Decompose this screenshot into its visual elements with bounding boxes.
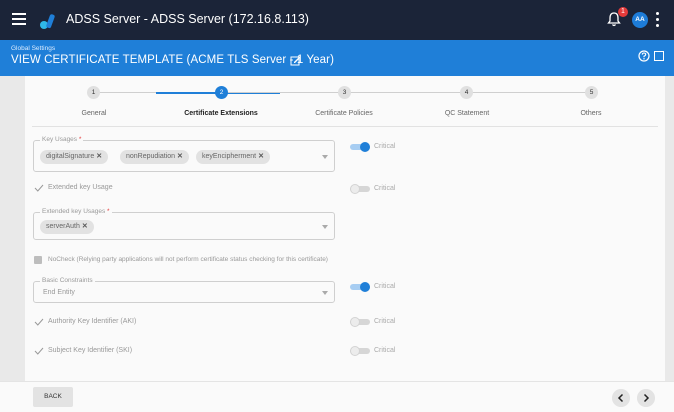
- previous-step-button[interactable]: [612, 389, 630, 407]
- window-toggle-icon[interactable]: [654, 51, 664, 61]
- back-button[interactable]: BACK: [33, 387, 73, 407]
- critical-label: Critical: [374, 347, 396, 354]
- ski-critical-toggle[interactable]: [350, 346, 370, 356]
- page-header: Global Settings VIEW CERTIFICATE TEMPLAT…: [0, 40, 674, 76]
- chip-serverauth[interactable]: serverAuth ✕: [40, 220, 94, 234]
- help-icon[interactable]: [638, 50, 650, 62]
- step-1-circle[interactable]: 1: [87, 86, 100, 99]
- nocheck-checkbox[interactable]: [34, 256, 42, 264]
- chip-remove-icon[interactable]: ✕: [258, 153, 264, 160]
- notification-badge: 1: [618, 7, 628, 17]
- critical-label: Critical: [374, 185, 396, 192]
- extended-key-usage-label: Extended key Usage: [48, 184, 113, 191]
- chip-remove-icon[interactable]: ✕: [96, 153, 102, 160]
- template-form-card: 1 2 3 4 5 General Certificate Extensions…: [25, 76, 665, 381]
- adss-logo-icon: [40, 14, 55, 29]
- dropdown-arrow-icon[interactable]: [322, 225, 328, 229]
- edit-icon[interactable]: [290, 55, 301, 66]
- critical-label: Critical: [374, 283, 396, 290]
- basic-constraints-label: Basic Constraints: [40, 277, 95, 284]
- basic-constraints-value: End Entity: [43, 289, 75, 296]
- step-1-label[interactable]: General: [34, 110, 154, 117]
- menu-icon[interactable]: [12, 13, 26, 25]
- key-usages-critical-toggle[interactable]: [350, 142, 370, 152]
- chip-nonrepudiation[interactable]: nonRepudiation ✕: [120, 150, 189, 164]
- stepper-divider: [32, 126, 658, 127]
- next-step-button[interactable]: [637, 389, 655, 407]
- step-4-circle[interactable]: 4: [460, 86, 473, 99]
- critical-label: Critical: [374, 318, 396, 325]
- extended-key-usage-critical-toggle[interactable]: [350, 184, 370, 194]
- stepper-connector: [345, 92, 467, 93]
- stepper-connector: [467, 92, 589, 93]
- step-5-circle[interactable]: 5: [585, 86, 598, 99]
- breadcrumb[interactable]: Global Settings: [11, 45, 55, 52]
- basic-constraints-select[interactable]: Basic Constraints End Entity: [33, 277, 335, 303]
- step-4-label[interactable]: QC Statement: [407, 110, 527, 117]
- extended-key-usages-label: Extended key Usages *: [40, 208, 112, 215]
- step-2-circle[interactable]: 2: [215, 86, 228, 99]
- chip-remove-icon[interactable]: ✕: [82, 223, 88, 230]
- checkmark-icon[interactable]: [34, 347, 44, 355]
- basic-constraints-critical-toggle[interactable]: [350, 282, 370, 292]
- footer-bar: BACK: [0, 381, 674, 412]
- nocheck-label: NoCheck (Relying party applications will…: [48, 256, 328, 263]
- chip-remove-icon[interactable]: ✕: [177, 153, 183, 160]
- step-5-label[interactable]: Others: [531, 110, 651, 117]
- app-top-bar: ADSS Server - ADSS Server (172.16.8.113)…: [0, 0, 674, 40]
- step-3-circle[interactable]: 3: [338, 86, 351, 99]
- more-options-icon[interactable]: [656, 12, 660, 28]
- chip-keyencipherment[interactable]: keyEncipherment ✕: [196, 150, 270, 164]
- chip-digitalsignature[interactable]: digitalSignature ✕: [40, 150, 109, 164]
- ski-label: Subject Key Identifier (SKI): [48, 347, 133, 354]
- aki-label: Authority Key Identifier (AKI): [48, 318, 137, 325]
- app-title: ADSS Server - ADSS Server (172.16.8.113): [66, 12, 309, 26]
- key-usages-label: Key Usages *: [40, 136, 84, 143]
- step-3-label[interactable]: Certificate Policies: [284, 110, 404, 117]
- dropdown-arrow-icon[interactable]: [322, 291, 328, 295]
- aki-critical-toggle[interactable]: [350, 317, 370, 327]
- checkmark-icon[interactable]: [34, 318, 44, 326]
- checkmark-icon[interactable]: [34, 184, 44, 192]
- stepper-connector: [222, 92, 344, 93]
- page-title: VIEW CERTIFICATE TEMPLATE (ACME TLS Serv…: [11, 54, 335, 66]
- user-avatar[interactable]: AA: [632, 12, 648, 28]
- extended-key-usages-select[interactable]: Extended key Usages * serverAuth ✕: [33, 208, 335, 240]
- step-2-label[interactable]: Certificate Extensions: [161, 110, 281, 117]
- key-usages-select[interactable]: Key Usages * digitalSignature ✕ nonRepudi…: [33, 136, 335, 172]
- dropdown-arrow-icon[interactable]: [322, 155, 328, 159]
- critical-label: Critical: [374, 143, 396, 150]
